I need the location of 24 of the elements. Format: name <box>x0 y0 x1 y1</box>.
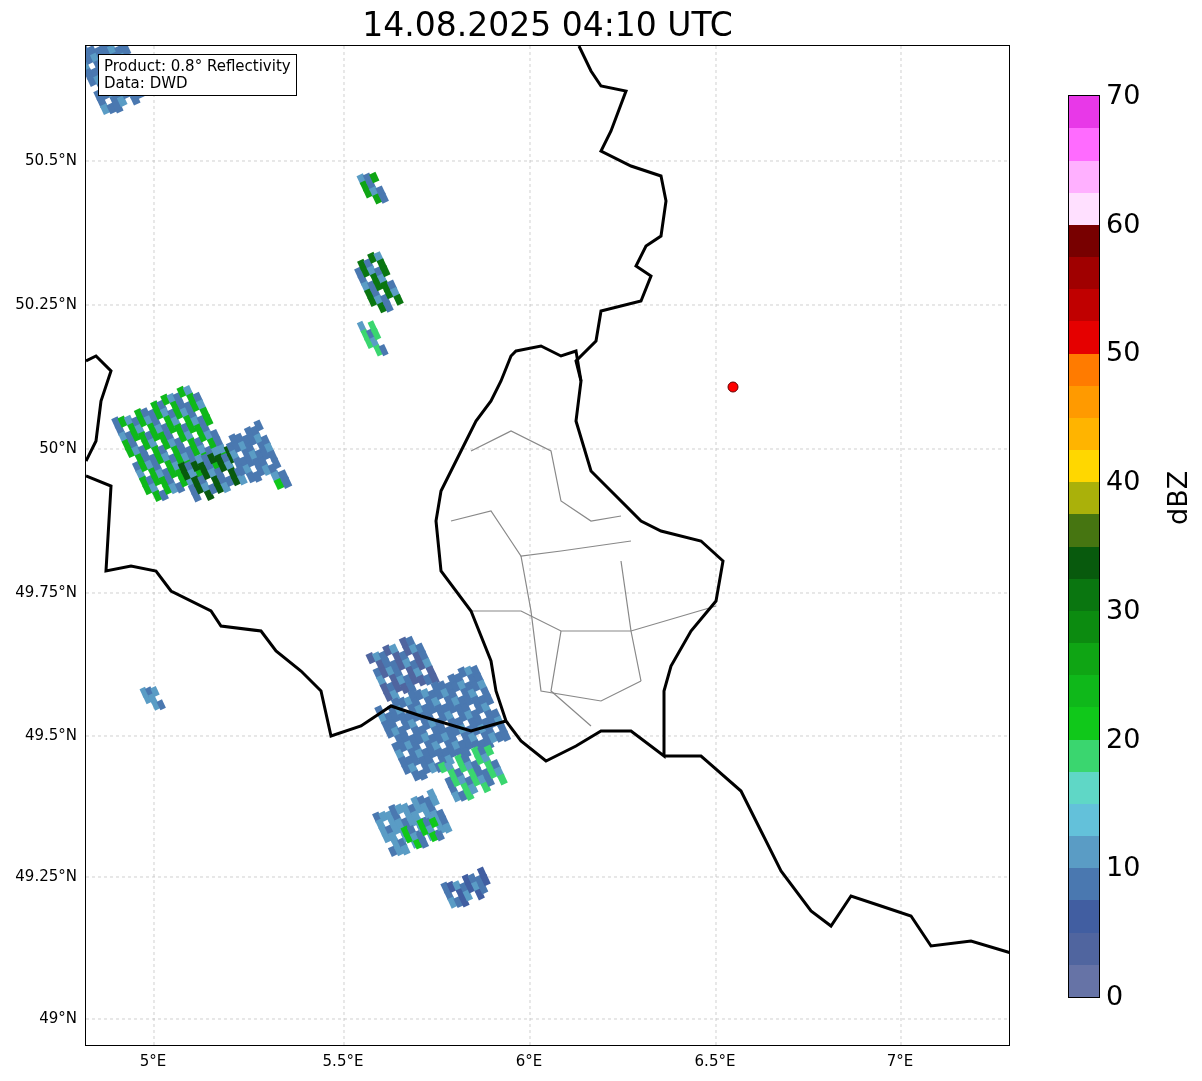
info-text: Product: 0.8° Reflectivity <box>104 58 291 75</box>
latitude-label: 49.25°N <box>15 867 77 885</box>
chart-title: 14.08.2025 04:10 UTC <box>362 5 733 45</box>
colorbar-tick-label: 20 <box>1106 723 1141 754</box>
colorbar-tick-label: 0 <box>1106 981 1124 1011</box>
latitude-label: 50.25°N <box>15 295 77 313</box>
longitude-label: 6.5°E <box>694 1052 736 1070</box>
colorbar-tick-label: 60 <box>1106 208 1141 239</box>
latitude-label: 49.5°N <box>24 726 77 744</box>
longitude-label: 7°E <box>886 1052 914 1070</box>
latitude-label: 49.75°N <box>15 583 77 601</box>
colorbar-tick-label: 50 <box>1106 337 1141 368</box>
longitude-label: 5.5°E <box>322 1052 364 1070</box>
longitude-label: 6°E <box>515 1052 543 1070</box>
colorbar-unit-label: dBZ <box>1162 470 1193 525</box>
longitude-label: 5°E <box>139 1052 167 1070</box>
colorbar-tick-label: 70 <box>1106 80 1141 110</box>
colorbar-tick-label: 30 <box>1106 594 1141 625</box>
colorbar-tick-label: 40 <box>1106 466 1141 497</box>
latitude-label: 50.5°N <box>24 151 77 169</box>
info-text: Data: DWD <box>104 75 189 92</box>
latitude-label: 50°N <box>39 439 77 457</box>
colorbar-tick-label: 10 <box>1106 852 1141 883</box>
latitude-label: 49°N <box>39 1009 77 1027</box>
